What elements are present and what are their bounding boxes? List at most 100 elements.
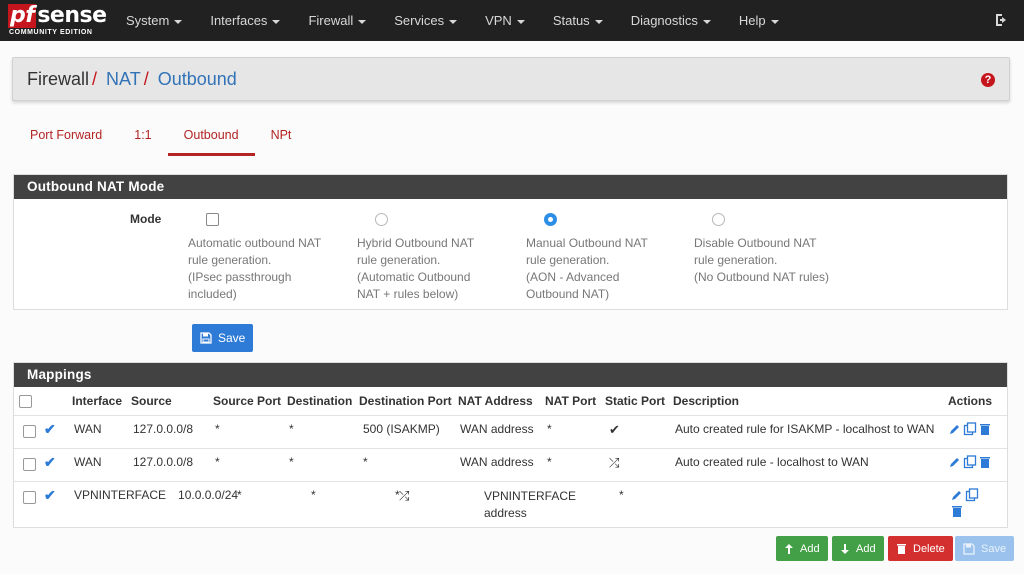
pfsense-logo[interactable]: pf sense COMMUNITY EDITION [8,4,108,38]
mode-disable-radio[interactable] [712,213,725,226]
copy-icon[interactable] [963,422,977,436]
trash-icon[interactable] [978,455,992,469]
logo-suffix: sense [37,3,107,28]
cell-nat-port: * [619,487,624,502]
col-destination-port[interactable]: Destination Port [357,387,456,415]
logo-tagline: COMMUNITY EDITION [9,29,93,36]
add-rule-bottom-button[interactable]: Add [832,536,884,561]
edit-pencil-icon[interactable] [950,488,964,502]
col-static-port[interactable]: Static Port [603,387,671,415]
table-row[interactable]: ✔ VPNINTERFACE 10.0.0.0/24 * * * VPNINTER… [14,481,1007,526]
tab-outbound[interactable]: Outbound [167,120,255,156]
mode-hybrid-description: Hybrid Outbound NAT rule generation. (Auto… [357,236,475,301]
add-rule-top-button[interactable]: Add [776,536,828,561]
cell-nat-address: WAN address [460,421,534,436]
select-all-checkbox[interactable] [19,394,32,408]
menu-help[interactable]: Help [725,0,793,41]
menu-diagnostics[interactable]: Diagnostics [617,0,725,41]
menu-firewall[interactable]: Firewall [294,0,380,41]
copy-icon[interactable] [963,455,977,469]
mode-option-manual[interactable]: Manual Outbound NAT rule generation. (AON … [526,213,686,303]
save-icon [200,332,212,344]
row-checkbox[interactable] [23,424,36,438]
enabled-check-icon[interactable]: ✔ [44,454,56,470]
cell-interface: VPNINTERFACE 10.0.0.0/24 [74,487,239,502]
col-destination[interactable]: Destination [285,387,357,415]
mode-option-automatic[interactable]: Automatic outbound NAT rule generation. (I… [188,213,348,303]
col-description[interactable]: Description [671,387,946,415]
cell-source-port: * [215,421,220,436]
table-row[interactable]: ✔ WAN 127.0.0.0/8 * * * WAN address * ⤮ … [14,448,1007,481]
arrow-down-icon [841,543,849,554]
breadcrumb-separator: / [143,69,149,89]
breadcrumb: Firewall / NAT / Outbound [27,69,237,90]
top-navbar: pf sense COMMUNITY EDITION System Interfa… [0,0,1024,41]
help-icon[interactable]: ? [981,73,995,87]
static-port-random-icon: ⤮ [399,487,410,503]
breadcrumb-outbound-link[interactable]: Outbound [158,69,237,89]
col-source[interactable]: Source [129,387,211,415]
nat-tabs: Port Forward 1:1 Outbound NPt [14,120,307,156]
col-nat-port[interactable]: NAT Port [543,387,603,415]
chevron-down-icon [174,19,183,24]
menu-system[interactable]: System [112,0,196,41]
menu-interfaces[interactable]: Interfaces [196,0,294,41]
col-nat-address[interactable]: NAT Address [456,387,543,415]
main-menu: System Interfaces Firewall Services VPN … [112,0,793,41]
chevron-down-icon [358,19,367,24]
tab-npt[interactable]: NPt [255,120,308,156]
row-actions [946,448,1007,481]
cell-interface: WAN [74,421,102,436]
mode-disable-description: Disable Outbound NAT rule generation. (No … [694,236,829,284]
mode-option-hybrid[interactable]: Hybrid Outbound NAT rule generation. (Auto… [357,213,517,303]
mappings-panel: Mappings Interface Source Source Port De… [13,362,1008,528]
mode-option-disable[interactable]: Disable Outbound NAT rule generation. (No … [694,213,854,286]
edit-pencil-icon[interactable] [948,455,962,469]
col-interface[interactable]: Interface [70,387,129,415]
mode-hybrid-radio[interactable] [375,213,388,226]
cell-source: 127.0.0.0/8 [133,454,194,469]
row-actions [946,481,1007,526]
chevron-down-icon [516,19,525,24]
enabled-check-icon[interactable]: ✔ [44,421,56,437]
panel-title: Outbound NAT Mode [14,175,1007,199]
breadcrumb-nat-link[interactable]: NAT [106,69,141,89]
menu-services[interactable]: Services [380,0,471,41]
save-button[interactable]: Save [955,536,1015,561]
tab-port-forward[interactable]: Port Forward [14,120,118,156]
outbound-nat-mode-panel: Outbound NAT Mode Mode Automatic outboun… [13,174,1008,310]
panel-title: Mappings [14,363,1007,387]
breadcrumb-firewall: Firewall [27,69,90,89]
chevron-down-icon [272,19,281,24]
cell-destination-port: * [363,454,368,469]
cell-source: 127.0.0.0/8 [133,421,194,436]
edit-pencil-icon[interactable] [948,422,962,436]
cell-destination: * [289,421,294,436]
mode-label: Mode [130,212,162,226]
cell-destination-port: 500 (ISAKMP) [363,421,440,436]
mode-manual-description: Manual Outbound NAT rule generation. (AON … [526,236,648,301]
delete-button[interactable]: Delete [888,536,953,561]
trash-icon [897,543,906,554]
row-checkbox[interactable] [23,457,36,471]
cell-nat-address: WAN address [460,454,534,469]
chevron-down-icon [594,19,603,24]
mode-automatic-checkbox[interactable] [206,213,219,226]
menu-status[interactable]: Status [539,0,617,41]
copy-icon[interactable] [965,488,979,502]
menu-vpn[interactable]: VPN [471,0,539,41]
enabled-check-icon[interactable]: ✔ [44,487,56,503]
tab-one-to-one[interactable]: 1:1 [118,120,167,156]
logo-prefix: pf [8,3,37,28]
cell-nat-address: VPNINTERFACE address [484,488,577,520]
col-source-port[interactable]: Source Port [211,387,285,415]
breadcrumb-separator: / [92,69,98,89]
mode-save-button[interactable]: Save [192,324,254,352]
mode-manual-radio[interactable] [544,213,557,226]
trash-icon[interactable] [978,422,992,436]
table-row[interactable]: ✔ WAN 127.0.0.0/8 * * 500 (ISAKMP) WAN a… [14,415,1007,448]
trash-icon[interactable] [950,504,964,518]
logout-icon[interactable] [994,12,1010,28]
save-icon [963,542,975,555]
row-checkbox[interactable] [23,490,36,504]
